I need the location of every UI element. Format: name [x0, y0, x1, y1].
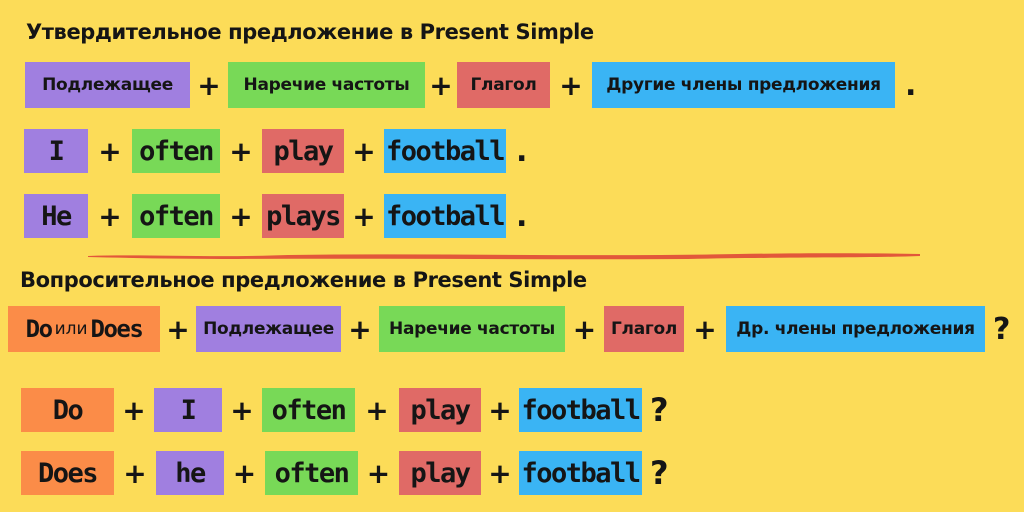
plus-sign: + — [488, 456, 512, 490]
subject-box: he — [156, 451, 224, 495]
object-box: football — [384, 194, 506, 238]
affirmative-example-2: He + often + plays + football . — [24, 194, 527, 238]
plus-sign: + — [693, 312, 717, 346]
question-mark: ? — [993, 311, 1011, 347]
interrogative-example-1: Do + I + often + play + football ? — [21, 388, 669, 432]
verb-box: plays — [262, 194, 344, 238]
other-members-box: Другие члены предложения — [592, 62, 895, 108]
adverb-box: often — [262, 388, 355, 432]
subject-box: I — [24, 129, 88, 173]
affirmative-example-1: I + often + play + football . — [24, 129, 527, 173]
plus-sign: + — [352, 199, 376, 233]
interrogative-example-2: Does + he + often + play + football ? — [21, 451, 669, 495]
affirmative-title: Утвердительное предложение в Present Sim… — [26, 20, 594, 44]
plus-sign: + — [229, 199, 253, 233]
plus-sign: + — [98, 199, 122, 233]
auxiliary-box: Does — [21, 451, 114, 495]
verb-box: Глагол — [457, 62, 550, 108]
plus-sign: + — [352, 134, 376, 168]
subject-box: Подлежащее — [25, 62, 190, 108]
subject-box: He — [24, 194, 88, 238]
period: . — [516, 198, 528, 234]
plus-sign: + — [572, 312, 597, 346]
object-box: football — [519, 388, 642, 432]
aux-does: Does — [90, 315, 144, 343]
other-members-box: Др. члены предложения — [726, 306, 985, 352]
plus-sign: + — [197, 68, 221, 102]
plus-sign: + — [232, 456, 257, 490]
section-divider — [88, 253, 920, 260]
adverb-box: often — [132, 129, 220, 173]
plus-sign: + — [229, 134, 253, 168]
aux-do: Do — [25, 315, 53, 343]
period: . — [905, 67, 917, 103]
plus-sign: + — [230, 393, 254, 427]
plus-sign: + — [559, 68, 583, 102]
adverb-box: Наречие частоты — [379, 306, 565, 352]
plus-sign: + — [166, 312, 190, 346]
interrogative-title: Вопросительное предложение в Present Sim… — [20, 268, 587, 292]
plus-sign: + — [488, 393, 512, 427]
auxiliary-box: Do — [21, 388, 114, 432]
object-box: football — [519, 451, 642, 495]
plus-sign: + — [123, 456, 147, 490]
verb-box: play — [399, 451, 481, 495]
aux-or: или — [54, 319, 88, 339]
verb-box: Глагол — [604, 306, 684, 352]
question-mark: ? — [650, 454, 669, 492]
subject-box: Подлежащее — [196, 306, 341, 352]
period: . — [516, 133, 528, 169]
adverb-box: often — [132, 194, 220, 238]
verb-box: play — [262, 129, 344, 173]
question-mark: ? — [650, 391, 669, 429]
interrogative-formula: Do или Does + Подлежащее + Наречие часто… — [8, 306, 1010, 352]
adverb-box: Наречие частоты — [228, 62, 425, 108]
plus-sign: + — [366, 456, 391, 490]
adverb-box: often — [265, 451, 358, 495]
plus-sign: + — [365, 393, 389, 427]
verb-box: play — [399, 388, 481, 432]
subject-box: I — [154, 388, 222, 432]
plus-sign: + — [98, 134, 122, 168]
plus-sign: + — [348, 312, 372, 346]
plus-sign: + — [122, 393, 146, 427]
plus-sign: + — [429, 68, 453, 102]
auxiliary-box: Do или Does — [8, 306, 160, 352]
object-box: football — [384, 129, 506, 173]
affirmative-formula: Подлежащее + Наречие частоты + Глагол + … — [25, 62, 916, 108]
